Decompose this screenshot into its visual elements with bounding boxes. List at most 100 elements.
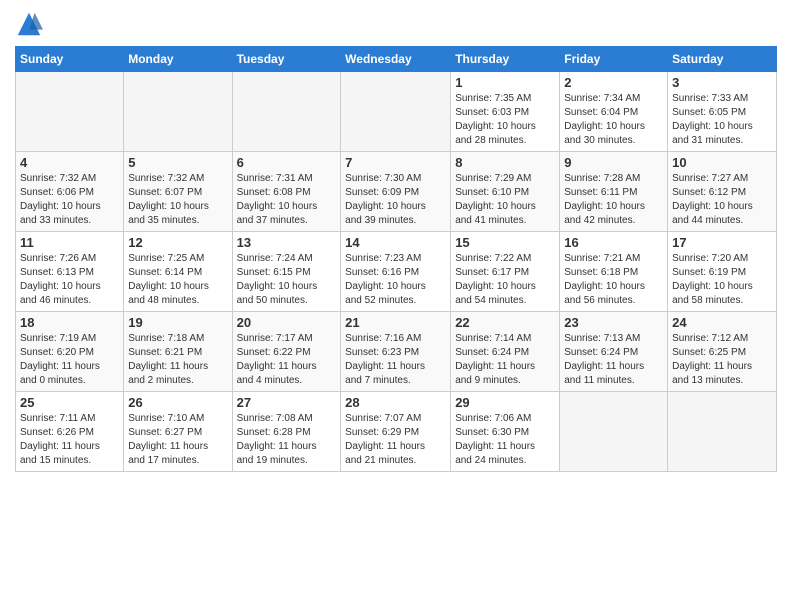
day-header-tuesday: Tuesday [232,47,341,72]
calendar-cell: 15 Sunrise: 7:22 AM Sunset: 6:17 PM Dayli… [451,232,560,312]
day-info: Sunrise: 7:14 AM Sunset: 6:24 PM Dayligh… [455,332,555,388]
calendar-week-2: 4 Sunrise: 7:32 AM Sunset: 6:06 PM Daylig… [16,152,777,232]
day-number: 15 [455,235,555,250]
day-info: Sunrise: 7:32 AM Sunset: 6:06 PM Dayligh… [20,172,119,228]
calendar-cell: 5 Sunrise: 7:32 AM Sunset: 6:07 PM Daylig… [124,152,232,232]
day-header-saturday: Saturday [668,47,777,72]
calendar-cell: 20 Sunrise: 7:17 AM Sunset: 6:22 PM Dayli… [232,312,341,392]
day-number: 12 [128,235,227,250]
day-number: 19 [128,315,227,330]
day-number: 5 [128,155,227,170]
calendar-cell: 1 Sunrise: 7:35 AM Sunset: 6:03 PM Daylig… [451,72,560,152]
calendar-cell: 13 Sunrise: 7:24 AM Sunset: 6:15 PM Dayli… [232,232,341,312]
calendar-cell: 4 Sunrise: 7:32 AM Sunset: 6:06 PM Daylig… [16,152,124,232]
day-info: Sunrise: 7:33 AM Sunset: 6:05 PM Dayligh… [672,92,772,148]
day-info: Sunrise: 7:06 AM Sunset: 6:30 PM Dayligh… [455,412,555,468]
calendar-cell [560,392,668,472]
day-info: Sunrise: 7:22 AM Sunset: 6:17 PM Dayligh… [455,252,555,308]
calendar-cell: 9 Sunrise: 7:28 AM Sunset: 6:11 PM Daylig… [560,152,668,232]
day-number: 27 [237,395,337,410]
day-info: Sunrise: 7:30 AM Sunset: 6:09 PM Dayligh… [345,172,446,228]
calendar-cell: 17 Sunrise: 7:20 AM Sunset: 6:19 PM Dayli… [668,232,777,312]
day-info: Sunrise: 7:19 AM Sunset: 6:20 PM Dayligh… [20,332,119,388]
day-number: 7 [345,155,446,170]
calendar-week-4: 18 Sunrise: 7:19 AM Sunset: 6:20 PM Dayli… [16,312,777,392]
day-info: Sunrise: 7:18 AM Sunset: 6:21 PM Dayligh… [128,332,227,388]
day-header-wednesday: Wednesday [341,47,451,72]
calendar-cell: 26 Sunrise: 7:10 AM Sunset: 6:27 PM Dayli… [124,392,232,472]
day-header-sunday: Sunday [16,47,124,72]
calendar-cell: 3 Sunrise: 7:33 AM Sunset: 6:05 PM Daylig… [668,72,777,152]
calendar-cell [232,72,341,152]
day-info: Sunrise: 7:34 AM Sunset: 6:04 PM Dayligh… [564,92,663,148]
day-info: Sunrise: 7:20 AM Sunset: 6:19 PM Dayligh… [672,252,772,308]
day-number: 10 [672,155,772,170]
day-info: Sunrise: 7:31 AM Sunset: 6:08 PM Dayligh… [237,172,337,228]
calendar-cell: 28 Sunrise: 7:07 AM Sunset: 6:29 PM Dayli… [341,392,451,472]
day-header-monday: Monday [124,47,232,72]
calendar-cell: 7 Sunrise: 7:30 AM Sunset: 6:09 PM Daylig… [341,152,451,232]
calendar-cell: 27 Sunrise: 7:08 AM Sunset: 6:28 PM Dayli… [232,392,341,472]
day-header-friday: Friday [560,47,668,72]
day-info: Sunrise: 7:23 AM Sunset: 6:16 PM Dayligh… [345,252,446,308]
calendar-cell: 8 Sunrise: 7:29 AM Sunset: 6:10 PM Daylig… [451,152,560,232]
calendar-week-5: 25 Sunrise: 7:11 AM Sunset: 6:26 PM Dayli… [16,392,777,472]
day-info: Sunrise: 7:10 AM Sunset: 6:27 PM Dayligh… [128,412,227,468]
day-info: Sunrise: 7:11 AM Sunset: 6:26 PM Dayligh… [20,412,119,468]
day-info: Sunrise: 7:25 AM Sunset: 6:14 PM Dayligh… [128,252,227,308]
calendar-cell: 11Sunrise: 7:26 AM Sunset: 6:13 PM Dayli… [16,232,124,312]
day-number: 22 [455,315,555,330]
calendar-cell [124,72,232,152]
day-number: 2 [564,75,663,90]
calendar-cell: 22 Sunrise: 7:14 AM Sunset: 6:24 PM Dayli… [451,312,560,392]
day-number: 20 [237,315,337,330]
day-info: Sunrise: 7:28 AM Sunset: 6:11 PM Dayligh… [564,172,663,228]
day-number: 25 [20,395,119,410]
day-number: 4 [20,155,119,170]
day-info: Sunrise: 7:21 AM Sunset: 6:18 PM Dayligh… [564,252,663,308]
day-number: 9 [564,155,663,170]
day-info: Sunrise: 7:08 AM Sunset: 6:28 PM Dayligh… [237,412,337,468]
logo-icon [15,10,43,38]
day-number: 13 [237,235,337,250]
day-number: 21 [345,315,446,330]
day-number: 28 [345,395,446,410]
calendar-cell: 23Sunrise: 7:13 AM Sunset: 6:24 PM Dayli… [560,312,668,392]
header [15,10,777,38]
day-number: 8 [455,155,555,170]
day-info: Sunrise: 7:27 AM Sunset: 6:12 PM Dayligh… [672,172,772,228]
day-info: Sunrise: 7:29 AM Sunset: 6:10 PM Dayligh… [455,172,555,228]
day-info: Sunrise: 7:32 AM Sunset: 6:07 PM Dayligh… [128,172,227,228]
day-number: 23 [564,315,663,330]
page-container: SundayMondayTuesdayWednesdayThursdayFrid… [0,0,792,482]
calendar-cell: 21 Sunrise: 7:16 AM Sunset: 6:23 PM Dayli… [341,312,451,392]
day-info: Sunrise: 7:12 AM Sunset: 6:25 PM Dayligh… [672,332,772,388]
calendar-header-row: SundayMondayTuesdayWednesdayThursdayFrid… [16,47,777,72]
day-number: 3 [672,75,772,90]
calendar-cell: 12 Sunrise: 7:25 AM Sunset: 6:14 PM Dayli… [124,232,232,312]
day-info: Sunrise: 7:26 AM Sunset: 6:13 PM Dayligh… [20,252,119,308]
day-number: 6 [237,155,337,170]
calendar-week-3: 11Sunrise: 7:26 AM Sunset: 6:13 PM Dayli… [16,232,777,312]
calendar-cell: 18 Sunrise: 7:19 AM Sunset: 6:20 PM Dayli… [16,312,124,392]
day-info: Sunrise: 7:24 AM Sunset: 6:15 PM Dayligh… [237,252,337,308]
day-info: Sunrise: 7:17 AM Sunset: 6:22 PM Dayligh… [237,332,337,388]
day-info: Sunrise: 7:07 AM Sunset: 6:29 PM Dayligh… [345,412,446,468]
calendar-table: SundayMondayTuesdayWednesdayThursdayFrid… [15,46,777,472]
day-number: 17 [672,235,772,250]
calendar-cell: 29 Sunrise: 7:06 AM Sunset: 6:30 PM Dayli… [451,392,560,472]
calendar-cell: 10 Sunrise: 7:27 AM Sunset: 6:12 PM Dayli… [668,152,777,232]
day-number: 18 [20,315,119,330]
day-info: Sunrise: 7:16 AM Sunset: 6:23 PM Dayligh… [345,332,446,388]
calendar-week-1: 1 Sunrise: 7:35 AM Sunset: 6:03 PM Daylig… [16,72,777,152]
day-number: 24 [672,315,772,330]
day-number: 26 [128,395,227,410]
calendar-cell [16,72,124,152]
calendar-cell: 19 Sunrise: 7:18 AM Sunset: 6:21 PM Dayli… [124,312,232,392]
calendar-cell: 14Sunrise: 7:23 AM Sunset: 6:16 PM Dayli… [341,232,451,312]
calendar-cell: 16Sunrise: 7:21 AM Sunset: 6:18 PM Dayli… [560,232,668,312]
day-number: 1 [455,75,555,90]
day-info: Sunrise: 7:35 AM Sunset: 6:03 PM Dayligh… [455,92,555,148]
calendar-cell: 2 Sunrise: 7:34 AM Sunset: 6:04 PM Daylig… [560,72,668,152]
day-number: 29 [455,395,555,410]
